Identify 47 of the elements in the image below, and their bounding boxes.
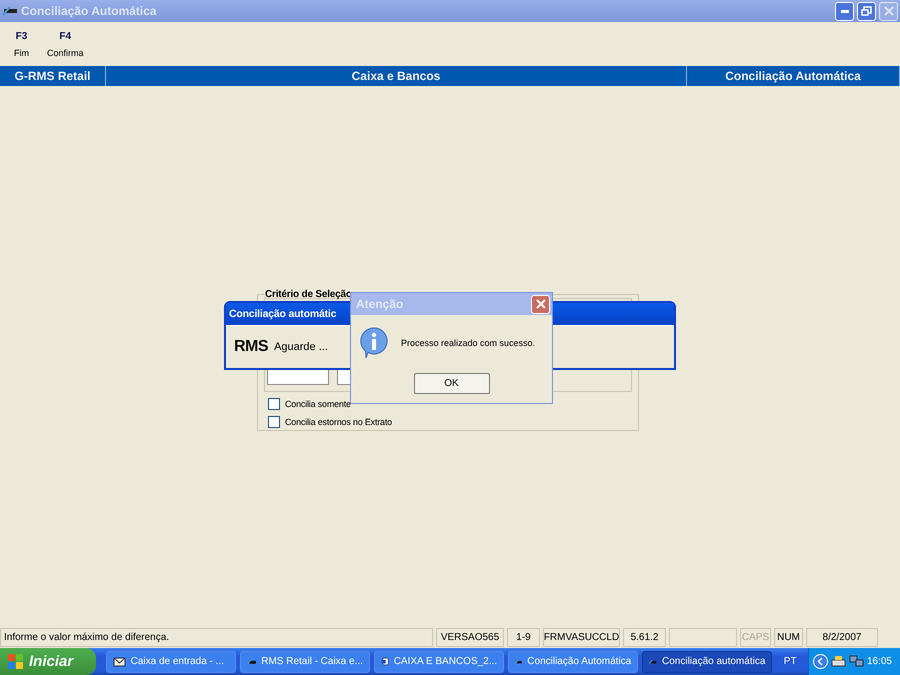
status-cell — [669, 628, 737, 647]
minimize-icon — [840, 10, 848, 12]
checkbox[interactable] — [268, 398, 280, 410]
header-cell: Conciliação Automática — [687, 66, 900, 86]
info-icon — [359, 327, 389, 359]
status-cell: FRMVASUCCLD — [543, 628, 620, 647]
header-cell: G-RMS Retail — [0, 66, 106, 86]
taskbar-button[interactable]: Caixa de entrada - ... — [106, 650, 236, 672]
ok-button[interactable]: OK — [414, 373, 490, 394]
status-cell: 8/2/2007 — [806, 628, 878, 647]
taskbar-button[interactable]: RMS Retail - Caixa e... — [240, 650, 370, 672]
network-icon[interactable] — [848, 655, 864, 668]
status-cell: 5.61.2 — [623, 628, 666, 647]
windows-flag-icon — [8, 654, 24, 669]
app-icon — [246, 656, 256, 666]
status-message: Informe o valor máximo de diferença. — [0, 628, 433, 647]
close-icon — [884, 6, 894, 16]
status-indicator: NUM — [774, 628, 803, 647]
toolbar-button[interactable]: F3 Fim — [14, 30, 29, 58]
header-cell: Caixa e Bancos — [106, 66, 687, 86]
checkbox[interactable] — [268, 416, 280, 428]
chevron-icon[interactable] — [812, 654, 828, 669]
window-title: Conciliação Automática — [21, 4, 158, 18]
close-icon — [536, 299, 546, 309]
restore-button[interactable] — [857, 2, 876, 20]
language-indicator[interactable]: PT — [776, 656, 804, 667]
taskbar-button[interactable]: CAIXA E BANCOS_2... — [374, 650, 504, 672]
document-icon — [380, 655, 389, 668]
app-logo-icon — [2, 6, 18, 16]
wait-message: Aguarde ... — [274, 341, 328, 353]
dialog-message: Processo realizado com sucesso. — [401, 338, 536, 348]
status-cell: 1-9 — [507, 628, 540, 647]
mail-icon — [112, 656, 126, 668]
minimize-button[interactable] — [835, 2, 854, 20]
toolbar-button[interactable]: F4 Confirma — [47, 30, 84, 58]
checkbox-label: Concilia somente — [285, 399, 351, 409]
close-button[interactable] — [531, 294, 550, 314]
status-indicator: CAPS — [740, 628, 771, 647]
status-cell: VERSAO565 — [436, 628, 504, 647]
restore-icon — [861, 6, 872, 16]
taskbar-button[interactable]: Conciliação Automática — [508, 650, 638, 672]
start-button[interactable]: Iniciar — [0, 648, 96, 675]
clock: 16:05 — [866, 656, 892, 667]
logo: RMS — [234, 338, 268, 356]
checkbox-label: Concilia estornos no Extrato — [285, 417, 392, 427]
taskbar-button[interactable]: Conciliação automática — [642, 650, 772, 672]
printer-icon[interactable] — [830, 655, 846, 668]
